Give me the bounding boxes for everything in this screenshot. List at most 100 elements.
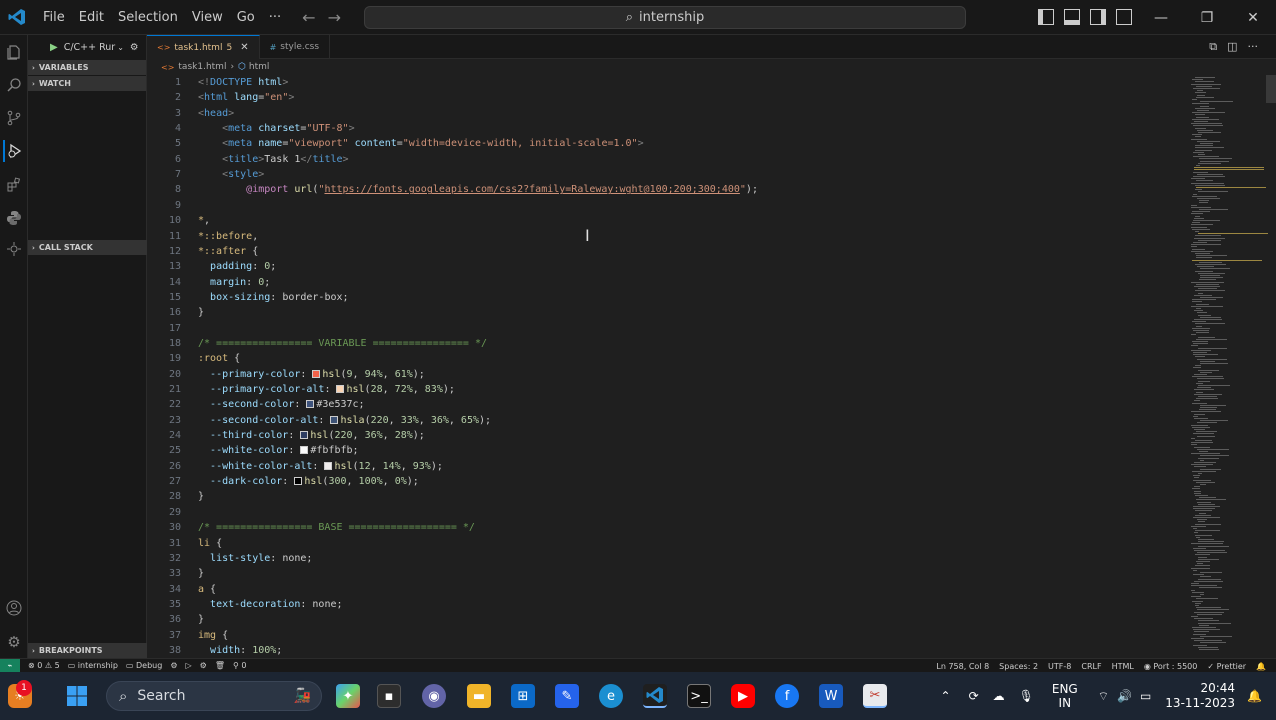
open-launch-json-gear-icon[interactable]: ⚙ [130,42,139,53]
section-watch[interactable]: › WATCH [28,76,146,91]
ports-status[interactable]: ⚲ 0 [233,661,247,670]
split-editor-icon[interactable]: ◫ [1227,40,1237,54]
copilot-icon[interactable]: ✦ [336,684,360,708]
toggle-panel-icon[interactable] [1064,9,1080,25]
account-icon[interactable] [3,597,25,619]
color-swatch-icon[interactable] [300,446,309,455]
close-tab-icon[interactable]: ✕ [240,42,248,53]
folder-app-icon[interactable]: ▬ [467,684,491,708]
breadcrumb-node[interactable]: html [249,62,270,72]
language-indicator[interactable]: ENG IN [1052,682,1078,710]
line-number: 25 [168,445,181,457]
code-token: hsla [340,414,365,426]
volume-icon[interactable]: 🔊 [1117,689,1132,703]
run-status-icon[interactable]: ▷ [186,661,192,670]
battery-icon[interactable]: ▭ [1140,689,1151,703]
color-swatch-icon[interactable] [312,369,321,378]
customize-layout-icon[interactable] [1116,9,1132,25]
menu-selection[interactable]: Selection [111,0,185,35]
menu-view[interactable]: View [185,0,230,35]
close-icon[interactable]: ✕ [1230,0,1276,35]
prettier-status[interactable]: ✓ Prettier [1207,662,1246,671]
notification-bell-icon[interactable]: 🔔 [1247,689,1262,703]
microsoft-store-icon[interactable]: ⊞ [511,684,535,708]
color-swatch-icon[interactable] [300,431,309,440]
vscode-taskbar-icon[interactable] [643,684,667,708]
code-token: } [198,614,205,626]
menu-go[interactable]: Go [230,0,262,35]
open-preview-icon[interactable]: ⧉ [1209,40,1217,54]
cursor-position[interactable]: Ln 758, Col 8 [936,662,989,671]
tab-style-css[interactable]: # style.css [260,35,331,59]
teams-chat-icon[interactable]: ◉ [422,684,446,708]
section-breakpoints[interactable]: › BREAKPOINTS [28,643,147,658]
clock[interactable]: 20:44 13-11-2023 [1165,681,1235,711]
breadcrumb-file[interactable]: task1.html [178,62,226,72]
debug-gear-status-icon[interactable]: ⚙ [200,661,207,670]
menu-file[interactable]: File [36,0,72,35]
microphone-icon[interactable]: 🎙 [1019,689,1034,703]
line-ending[interactable]: CRLF [1081,662,1101,671]
section-variables[interactable]: › VARIABLES [28,60,146,75]
indentation[interactable]: Spaces: 2 [999,662,1038,671]
minimize-icon[interactable]: — [1138,0,1184,35]
python-icon[interactable] [3,207,25,229]
onedrive-cloud-icon[interactable]: ☁ [993,689,1005,703]
toggle-sidebar-icon[interactable] [1038,9,1054,25]
file-explorer-app-icon[interactable]: ▪ [377,684,401,708]
menu-edit[interactable]: Edit [72,0,111,35]
edge-browser-icon[interactable]: e [599,684,623,708]
sync-icon[interactable]: ⟳ [969,689,979,703]
facebook-icon[interactable]: f [775,684,799,708]
code-text: @import url("https://fonts.googleapis.co… [198,182,758,197]
word-icon[interactable]: W [819,684,843,708]
wifi-icon[interactable]: ⌔ [1098,689,1109,704]
run-debug-icon[interactable] [3,140,25,162]
minimap-line [1193,633,1206,635]
problems-status[interactable]: ⊗ 0 ⚠ 5 [28,661,60,670]
back-arrow-icon[interactable]: ← [302,8,315,27]
extensions-icon[interactable] [3,174,25,196]
language-mode[interactable]: HTML [1112,662,1134,671]
minimap[interactable] [1187,75,1276,658]
chevron-down-icon[interactable]: ⌄ [117,43,124,52]
remote-indicator-icon[interactable]: ⌁ [0,658,20,673]
folder-status[interactable]: ▭ internship [68,661,118,670]
debug-status[interactable]: ▭ Debug [126,661,162,670]
show-hidden-icons-chevron-icon[interactable]: ⌃ [941,689,951,703]
scrollbar-thumb[interactable] [1266,75,1276,103]
forward-arrow-icon[interactable]: → [328,8,341,27]
pen-app-icon[interactable]: ✎ [555,684,579,708]
snipping-tool-icon[interactable]: ✂ [863,684,887,708]
taskbar-search[interactable]: ⌕ Search 🚂 [106,681,322,711]
code-token: hsl [346,384,365,395]
section-call-stack[interactable]: › CALL STACK [28,240,147,255]
code-editor[interactable]: 38 width: 100%; 37 img {36} 35 text-decorat… [147,75,1187,658]
explorer-icon[interactable] [3,41,25,63]
toggle-secondary-sidebar-icon[interactable] [1090,9,1106,25]
color-swatch-icon[interactable] [306,400,315,409]
more-actions-icon[interactable]: ··· [1248,40,1259,54]
terminal-icon[interactable]: >_ [687,684,711,708]
settings-gear-icon[interactable]: ⚙ [3,631,25,653]
color-swatch-icon[interactable] [336,385,345,393]
tab-task1-html[interactable]: <> task1.html 5 ✕ [147,35,260,59]
trash-status-icon[interactable]: 🗑 [215,661,225,670]
notifications-bell-icon[interactable]: 🔔 [1256,662,1266,671]
menu-more[interactable]: ··· [262,0,288,35]
run-config-select[interactable]: C/C++ Rur [64,42,116,53]
windows-start-icon[interactable] [65,684,89,708]
start-debugging-icon[interactable]: ▶ [50,42,58,53]
search-sidebar-icon[interactable] [3,74,25,96]
remote-explorer-icon[interactable] [3,238,25,260]
youtube-icon[interactable]: ▶ [731,684,755,708]
encoding[interactable]: UTF-8 [1048,662,1071,671]
color-swatch-icon[interactable] [330,415,339,424]
source-control-icon[interactable] [3,107,25,129]
live-server-port[interactable]: ◉ Port : 5500 [1144,662,1198,671]
restore-icon[interactable]: ❐ [1184,0,1230,35]
command-center-search[interactable]: ⌕ internship [364,6,966,29]
settings-status-icon[interactable]: ⚙ [170,661,177,670]
color-swatch-icon[interactable] [324,461,333,470]
color-swatch-icon[interactable] [294,477,303,486]
